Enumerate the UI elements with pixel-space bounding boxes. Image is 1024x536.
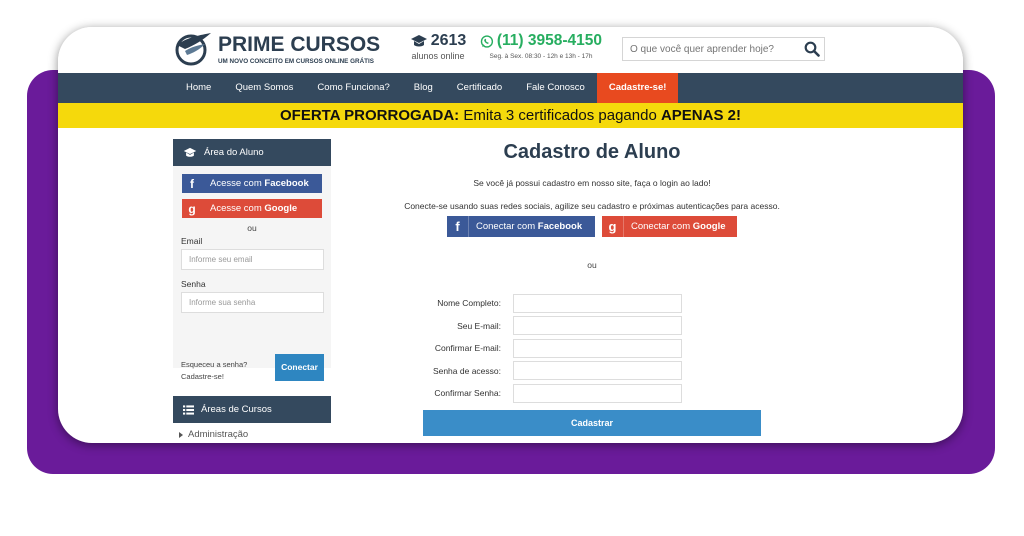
google-connect-button[interactable]: g Conectar com Google: [602, 216, 737, 237]
students-count: 2613: [430, 32, 467, 49]
full-name-label: Nome Completo:: [437, 298, 501, 309]
list-icon: [183, 404, 194, 415]
signup-link[interactable]: Cadastre-se!: [181, 371, 247, 383]
offer-headline: OFERTA PRORROGADA:: [280, 107, 460, 124]
sidebar-facebook-login-button[interactable]: f Acesse com Facebook: [182, 174, 322, 193]
nav-quem-somos[interactable]: Quem Somos: [223, 73, 305, 103]
nav-como-funciona[interactable]: Como Funciona?: [305, 73, 401, 103]
or-divider: ou: [587, 260, 597, 270]
google-login-brand: Google: [264, 203, 298, 214]
register-button[interactable]: Cadastrar: [423, 410, 761, 436]
course-areas-header: Áreas de Cursos: [173, 396, 331, 423]
password-field[interactable]: [513, 361, 682, 381]
confirm-email-label: Confirmar E-mail:: [434, 343, 501, 354]
registration-section: Cadastro de Aluno Se você já possui cada…: [391, 139, 793, 270]
confirm-email-field[interactable]: [513, 338, 682, 358]
google-icon: g: [188, 201, 196, 216]
password-field[interactable]: Informe sua senha: [181, 292, 324, 313]
caret-right-icon: [179, 431, 183, 438]
google-connect-prefix: Conectar com: [631, 221, 693, 232]
website-window: PRIME CURSOS UM NOVO CONCEITO EM CURSOS …: [58, 27, 963, 443]
confirm-password-field[interactable]: [513, 383, 682, 403]
nav-home[interactable]: Home: [174, 73, 223, 103]
sidebar-google-login-button[interactable]: g Acesse com Google: [182, 199, 322, 218]
facebook-connect-brand: Facebook: [537, 221, 583, 232]
facebook-connect-prefix: Conectar com: [476, 221, 538, 232]
course-areas-title: Áreas de Cursos: [201, 404, 272, 415]
whatsapp-icon: [480, 34, 494, 48]
email-field[interactable]: [513, 316, 682, 336]
sidebar-or-divider: ou: [247, 223, 257, 233]
student-login-form: f Acesse com Facebook g Acesse com Googl…: [173, 166, 331, 381]
page-title: Cadastro de Aluno: [503, 141, 681, 163]
phone-contact[interactable]: (11) 3958-4150 Seg. à Sex. 08:30 - 12h e…: [480, 32, 602, 60]
logo-title: PRIME CURSOS: [218, 33, 381, 56]
nav-fale-conosco[interactable]: Fale Conosco: [514, 73, 597, 103]
connect-button[interactable]: Conectar: [275, 354, 324, 381]
main-navigation: Home Quem Somos Como Funciona? Blog Cert…: [58, 73, 963, 103]
facebook-login-brand: Facebook: [264, 178, 309, 189]
forgot-password-link[interactable]: Esqueceu a senha?: [181, 359, 247, 371]
password-label: Senha de acesso:: [432, 365, 501, 376]
facebook-icon: f: [447, 216, 469, 237]
google-login-prefix: Acesse com: [210, 203, 265, 214]
student-area-title: Área do Aluno: [204, 147, 264, 158]
offer-highlight: APENAS 2!: [660, 107, 741, 124]
site-header: PRIME CURSOS UM NOVO CONCEITO EM CURSOS …: [58, 27, 963, 73]
course-areas-panel: Áreas de Cursos Administração: [173, 396, 331, 440]
social-hint-text: Conecte-se usando suas redes sociais, ag…: [404, 201, 780, 211]
phone-number: (11) 3958-4150: [496, 32, 602, 49]
nav-blog[interactable]: Blog: [402, 73, 445, 103]
password-label: Senha: [181, 279, 206, 289]
login-hint-text: Se você já possui cadastro em nosso site…: [473, 178, 711, 188]
google-connect-brand: Google: [692, 221, 726, 232]
confirm-password-label: Confirmar Senha:: [434, 388, 501, 399]
course-area-label: Administração: [188, 429, 249, 440]
graduation-cap-icon: [410, 35, 427, 47]
student-area-header: Área do Aluno: [173, 139, 331, 166]
registration-form: Nome Completo: Seu E-mail: Confirmar E-m…: [393, 292, 723, 405]
search-bar: [622, 37, 825, 61]
email-field[interactable]: Informe seu email: [181, 249, 324, 270]
students-online: 2613 alunos online: [407, 32, 469, 61]
office-hours: Seg. à Sex. 08:30 - 12h e 13h - 17h: [489, 53, 593, 60]
search-icon[interactable]: [804, 41, 820, 57]
graduation-cap-icon: [183, 147, 197, 157]
logo-subtitle: UM NOVO CONCEITO EM CURSOS ONLINE GRÁTIS: [218, 58, 374, 65]
site-logo[interactable]: PRIME CURSOS UM NOVO CONCEITO EM CURSOS …: [173, 31, 380, 69]
email-label: Email: [181, 236, 203, 246]
full-name-field[interactable]: [513, 293, 682, 313]
offer-text: Emita 3 certificados pagando: [459, 107, 661, 124]
search-input[interactable]: [623, 43, 798, 55]
course-area-link[interactable]: Administração: [179, 429, 331, 440]
students-label: alunos online: [411, 51, 465, 61]
nav-certificado[interactable]: Certificado: [445, 73, 514, 103]
logo-bird-icon: [175, 33, 211, 66]
facebook-login-prefix: Acesse com: [210, 178, 265, 189]
facebook-icon: f: [190, 176, 194, 191]
email-label: Seu E-mail:: [457, 320, 501, 331]
offer-banner[interactable]: OFERTA PRORROGADA: Emita 3 certificados …: [58, 103, 963, 128]
student-area-panel: Área do Aluno f Acesse com Facebook g Ac…: [173, 139, 331, 381]
google-icon: g: [602, 216, 624, 237]
facebook-connect-button[interactable]: f Conectar com Facebook: [447, 216, 595, 237]
nav-cadastre-se-button[interactable]: Cadastre-se!: [596, 73, 679, 103]
